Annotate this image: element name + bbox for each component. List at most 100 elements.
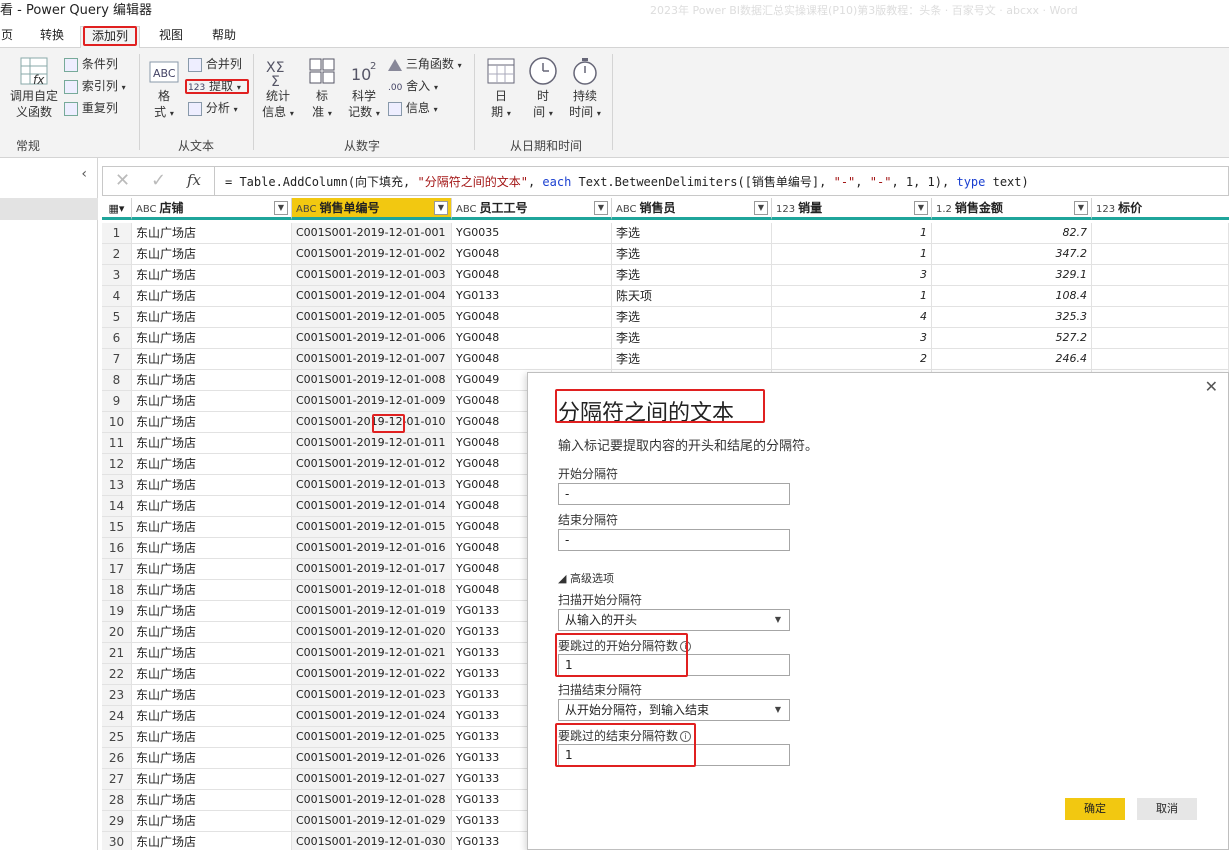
date-button[interactable]: 日 期 ▾ [482, 54, 520, 122]
cell-store[interactable]: 东山广场店 [132, 433, 292, 454]
cell-order-id[interactable]: C001S001-2019-12-01-030 [292, 832, 452, 850]
cell-order-id[interactable]: C001S001-2019-12-01-003 [292, 265, 452, 286]
start-delimiter-input[interactable]: - [558, 483, 790, 505]
cell-employee-id[interactable]: YG0133 [452, 286, 612, 307]
table-row[interactable]: 2 东山广场店 C001S001-2019-12-01-002 YG0048 李选 1 34… [102, 244, 1229, 265]
cell-order-id[interactable]: C001S001-2019-12-01-014 [292, 496, 452, 517]
cell-seller[interactable]: 陈天项 [612, 286, 772, 307]
cell-amount[interactable]: 325.3 [932, 307, 1092, 328]
filter-dropdown-icon[interactable]: ▼ [1074, 201, 1088, 215]
cancel-button[interactable]: 取消 [1137, 798, 1197, 820]
cell-store[interactable]: 东山广场店 [132, 559, 292, 580]
cell-order-id[interactable]: C001S001-2019-12-01-007 [292, 349, 452, 370]
info-icon[interactable]: i [680, 731, 692, 742]
parse-button[interactable]: 分析 ▾ [188, 100, 238, 118]
cell-store[interactable]: 东山广场店 [132, 223, 292, 244]
table-row[interactable]: 6 东山广场店 C001S001-2019-12-01-006 YG0048 李选 3 52… [102, 328, 1229, 349]
cell-seller[interactable]: 李选 [612, 223, 772, 244]
cell-order-id[interactable]: C001S001-2019-12-01-008 [292, 370, 452, 391]
table-row[interactable]: 4 东山广场店 C001S001-2019-12-01-004 YG0133 陈天项 1 1… [102, 286, 1229, 307]
cell-amount[interactable]: 347.2 [932, 244, 1092, 265]
column-header-amount[interactable]: 1.2 销售金额 ▼ [932, 198, 1092, 220]
cell-order-id[interactable]: C001S001-2019-12-01-016 [292, 538, 452, 559]
cell-order-id[interactable]: C001S001-2019-12-01-018 [292, 580, 452, 601]
cell-seller[interactable]: 李选 [612, 307, 772, 328]
cell-store[interactable]: 东山广场店 [132, 811, 292, 832]
cell-store[interactable]: 东山广场店 [132, 370, 292, 391]
column-header-price[interactable]: 123 标价 [1092, 198, 1229, 220]
cell-quantity[interactable]: 2 [772, 349, 932, 370]
extract-button[interactable]: 123 提取 ▾ [188, 78, 241, 96]
duplicate-column-button[interactable]: 重复列 [64, 100, 118, 116]
column-header-store[interactable]: ABC 店铺 ▼ [132, 198, 292, 220]
cell-order-id[interactable]: C001S001-2019-12-01-021 [292, 643, 452, 664]
cell-store[interactable]: 东山广场店 [132, 307, 292, 328]
cell-price[interactable] [1092, 328, 1229, 349]
selected-query-row[interactable] [0, 198, 98, 220]
cell-seller[interactable]: 李选 [612, 244, 772, 265]
cell-quantity[interactable]: 3 [772, 328, 932, 349]
cell-store[interactable]: 东山广场店 [132, 601, 292, 622]
column-header-quantity[interactable]: 123 销量 ▼ [772, 198, 932, 220]
cell-price[interactable] [1092, 349, 1229, 370]
column-header-employee-id[interactable]: ABC 员工工号 ▼ [452, 198, 612, 220]
table-menu-button[interactable]: ▦▾ [102, 198, 132, 220]
scientific-button[interactable]: 10 2 科学 记数 ▾ [344, 54, 384, 122]
cell-store[interactable]: 东山广场店 [132, 475, 292, 496]
cell-order-id[interactable]: C001S001-2019-12-01-004 [292, 286, 452, 307]
cell-quantity[interactable]: 1 [772, 244, 932, 265]
cell-order-id[interactable]: C001S001-2019-12-01-015 [292, 517, 452, 538]
cell-store[interactable]: 东山广场店 [132, 832, 292, 850]
tab-view[interactable]: 视图 [150, 26, 192, 46]
cell-price[interactable] [1092, 265, 1229, 286]
statistics-button[interactable]: XΣ Σ 统计 信息 ▾ [258, 54, 298, 122]
column-header-seller[interactable]: ABC 销售员 ▼ [612, 198, 772, 220]
table-row[interactable]: 1 东山广场店 C001S001-2019-12-01-001 YG0035 李选 1 82… [102, 223, 1229, 244]
cell-order-id[interactable]: C001S001-2019-12-01-029 [292, 811, 452, 832]
cell-store[interactable]: 东山广场店 [132, 664, 292, 685]
fx-icon[interactable]: fx [187, 171, 201, 189]
cell-order-id[interactable]: C001S001-2019-12-01-005 [292, 307, 452, 328]
cell-order-id[interactable]: C001S001-2019-12-01-012 [292, 454, 452, 475]
time-button[interactable]: 时 间 ▾ [524, 54, 562, 122]
cell-store[interactable]: 东山广场店 [132, 790, 292, 811]
cell-employee-id[interactable]: YG0035 [452, 223, 612, 244]
cell-store[interactable]: 东山广场店 [132, 706, 292, 727]
cell-store[interactable]: 东山广场店 [132, 454, 292, 475]
format-button[interactable]: ABC 格 式 ▾ [146, 54, 182, 122]
cell-store[interactable]: 东山广场店 [132, 517, 292, 538]
cell-amount[interactable]: 329.1 [932, 265, 1092, 286]
cell-order-id[interactable]: C001S001-2019-12-01-023 [292, 685, 452, 706]
tab-home[interactable]: 页 [0, 26, 14, 46]
table-row[interactable]: 7 东山广场店 C001S001-2019-12-01-007 YG0048 李选 2 24… [102, 349, 1229, 370]
cell-employee-id[interactable]: YG0048 [452, 328, 612, 349]
cell-quantity[interactable]: 3 [772, 265, 932, 286]
cancel-x-icon[interactable]: ✕ [115, 170, 130, 191]
cell-store[interactable]: 东山广场店 [132, 412, 292, 433]
tab-add-column[interactable]: 添加列 [80, 26, 140, 48]
cell-store[interactable]: 东山广场店 [132, 496, 292, 517]
cell-order-id[interactable]: C001S001-2019-12-01-013 [292, 475, 452, 496]
cell-order-id[interactable]: C001S001-2019-12-01-020 [292, 622, 452, 643]
cell-order-id[interactable]: C001S001-2019-12-01-017 [292, 559, 452, 580]
cell-order-id[interactable]: C001S001-2019-12-01-002 [292, 244, 452, 265]
skip-start-input[interactable]: 1 [558, 654, 790, 676]
cell-price[interactable] [1092, 307, 1229, 328]
cell-store[interactable]: 东山广场店 [132, 265, 292, 286]
cell-store[interactable]: 东山广场店 [132, 622, 292, 643]
cell-store[interactable]: 东山广场店 [132, 643, 292, 664]
cell-order-id[interactable]: C001S001-2019-12-01-001 [292, 223, 452, 244]
cell-employee-id[interactable]: YG0048 [452, 244, 612, 265]
cell-order-id[interactable]: C001S001-2019-12-01-006 [292, 328, 452, 349]
skip-end-input[interactable]: 1 [558, 744, 790, 766]
advanced-options-toggle[interactable]: ◢ 高级选项 [558, 570, 614, 586]
cell-store[interactable]: 东山广场店 [132, 244, 292, 265]
cell-store[interactable]: 东山广场店 [132, 328, 292, 349]
cell-quantity[interactable]: 1 [772, 286, 932, 307]
table-row[interactable]: 3 东山广场店 C001S001-2019-12-01-003 YG0048 李选 3 32… [102, 265, 1229, 286]
cell-seller[interactable]: 李选 [612, 328, 772, 349]
cell-store[interactable]: 东山广场店 [132, 391, 292, 412]
tab-help[interactable]: 帮助 [204, 26, 244, 46]
cell-quantity[interactable]: 1 [772, 223, 932, 244]
cell-order-id[interactable]: C001S001-2019-12-01-026 [292, 748, 452, 769]
